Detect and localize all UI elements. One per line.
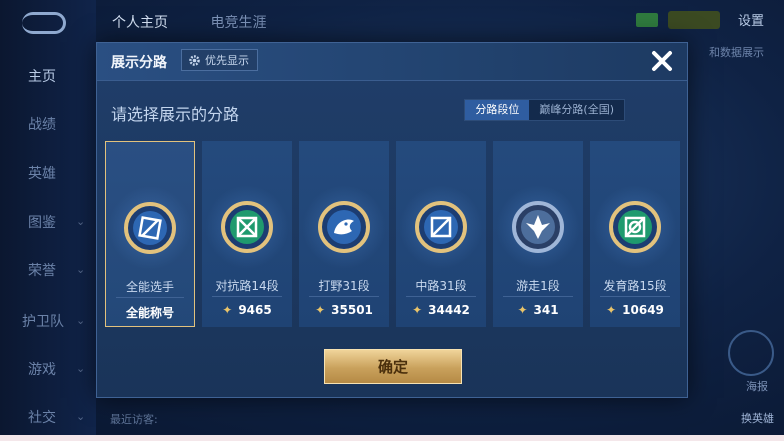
lane-card-roam[interactable]: 游走1段 ✦ 341 [493,141,583,327]
lane-card-score: 全能称号 [125,306,174,320]
nav-item-home[interactable]: 主页 [28,66,56,86]
star-points-icon: ✦ [517,303,528,317]
chevron-down-icon: ⌄ [76,215,86,228]
lane-card-all-round[interactable]: 全能选手 全能称号 [105,141,195,327]
chevron-down-icon: ⌄ [76,263,86,276]
dialog-header: 展示分路 优先显示 [97,43,687,81]
star-points-icon: ✦ [412,303,423,317]
currency-box [667,10,720,29]
gear-icon [188,54,201,67]
dialog-subtitle: 请选择展示的分路 [111,105,240,124]
tab-esports[interactable]: 电竞生涯 [210,15,266,31]
lane-card-score: ✦ 35501 [315,303,373,317]
card-divider [600,296,670,297]
priority-display-button[interactable]: 优先显示 [181,49,258,71]
nav-item-honor[interactable]: 荣誉 [28,260,56,280]
top-tabs: 个人主页 电竞生涯 [112,12,304,32]
confirm-button[interactable]: 确定 [324,349,462,384]
left-nav: 主页 战绩 英雄 图鉴 ⌄ 荣誉 ⌄ 护卫队 ⌄ 游戏 ⌄ 社交 ⌄ [0,0,96,441]
lane-card-label: 发育路15段 [603,279,667,293]
card-divider [116,297,184,298]
lane-card-label: 打野31段 [318,279,370,293]
star-points-icon: ✦ [606,303,617,317]
star-points-icon: ✦ [222,303,233,317]
tab-peak-lane[interactable]: 巅峰分路(全国) [529,100,624,120]
roam-icon [496,185,580,269]
lane-display-dialog: 展示分路 优先显示 请选择展示的分路 分路段位 巅峰分路(全国) 全能选手 全能… [96,42,688,398]
lane-card-list: 全能选手 全能称号 对抗路14段 ✦ 9465 打野31段 ✦ 35501 中路… [105,141,681,327]
lane-card-score: ✦ 9465 [222,303,272,317]
jungle-icon [302,185,386,269]
card-divider [212,296,282,297]
chevron-down-icon: ⌄ [76,362,86,375]
poster-button[interactable] [728,330,774,376]
card-divider [309,296,379,297]
card-divider [503,296,573,297]
switch-hero-label[interactable]: 换英雄 [741,410,774,426]
lane-card-score: ✦ 34442 [412,303,470,317]
bottom-strip [0,435,784,441]
lane-card-score: ✦ 10649 [606,303,664,317]
mid-lane-icon [399,185,483,269]
nav-item-social[interactable]: 社交 [28,407,56,427]
card-divider [406,296,476,297]
lane-card-farm[interactable]: 发育路15段 ✦ 10649 [590,141,680,327]
chevron-down-icon: ⌄ [76,410,86,423]
top-right-bar: 设置 [635,8,772,31]
clash-lane-icon [205,185,289,269]
lane-card-label: 对抗路14段 [215,279,279,293]
nav-item-hero[interactable]: 英雄 [28,163,56,183]
lane-card-label: 游走1段 [516,279,560,293]
lane-card-mid[interactable]: 中路31段 ✦ 34442 [396,141,486,327]
lane-card-jungle[interactable]: 打野31段 ✦ 35501 [299,141,389,327]
lane-card-score: ✦ 341 [517,303,559,317]
star-points-icon: ✦ [315,303,326,317]
settings-button[interactable]: 设置 [730,8,772,31]
tab-lane-rank[interactable]: 分路段位 [465,100,530,120]
lane-card-label: 全能选手 [125,280,174,294]
back-button[interactable] [22,12,66,34]
farm-lane-icon [593,185,677,269]
lane-mode-toggle: 分路段位 巅峰分路(全国) [464,99,625,121]
nav-item-codex[interactable]: 图鉴 [28,212,56,232]
status-badge [635,12,658,27]
lane-card-clash[interactable]: 对抗路14段 ✦ 9465 [202,141,292,327]
recent-visitors-label: 最近访客: [110,413,158,426]
close-button[interactable] [647,46,677,76]
priority-display-label: 优先显示 [205,54,249,67]
close-icon [652,51,672,71]
tab-profile[interactable]: 个人主页 [112,15,168,31]
data-display-label: 和数据展示 [709,46,764,59]
poster-label: 海报 [746,380,768,393]
nav-item-game[interactable]: 游戏 [28,359,56,379]
dialog-title: 展示分路 [111,55,167,71]
nav-item-record[interactable]: 战绩 [28,114,56,134]
nav-item-guard[interactable]: 护卫队 [22,311,64,331]
lane-card-label: 中路31段 [415,279,467,293]
all-round-icon [108,186,192,270]
chevron-down-icon: ⌄ [76,314,86,327]
